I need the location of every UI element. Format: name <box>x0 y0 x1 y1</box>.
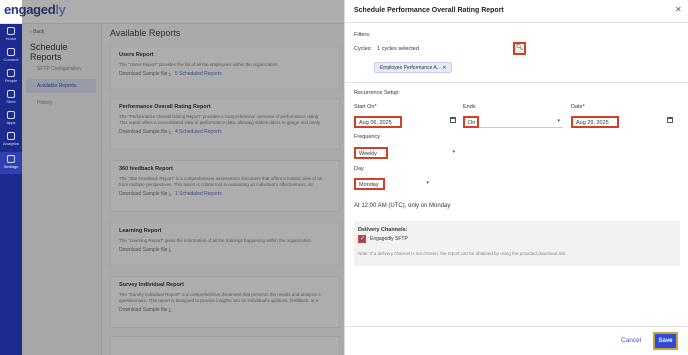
left-rail: Home Connect People Store Apps Analytics… <box>0 24 22 355</box>
rail-label: Analytics <box>2 141 19 146</box>
recurrence-label: Recurrence Setup: <box>354 90 400 96</box>
schedule-summary: At 12:00 AM (UTC), only on Monday <box>354 203 451 209</box>
day-select[interactable]: Monday ▾ <box>354 178 432 190</box>
modal-title: Schedule Performance Overall Rating Repo… <box>354 7 504 14</box>
frequency-select[interactable]: Weekly ▾ <box>354 147 458 159</box>
calendar-icon[interactable] <box>667 117 673 123</box>
close-icon[interactable]: ✕ <box>675 5 682 14</box>
cycles-select[interactable]: 1 cycles selected <box>374 42 512 54</box>
delivery-channels-panel: Delivery Channels: ✓ Engagedly SFTP Note… <box>354 221 680 266</box>
rail-label: Store <box>6 99 16 104</box>
apps-icon <box>7 111 15 119</box>
frequency-label: Frequency <box>354 134 380 140</box>
chevron-down-icon: ▾ <box>452 149 455 155</box>
rail-item-settings[interactable]: Settings <box>0 152 22 174</box>
sftp-checkbox[interactable]: ✓ <box>358 235 366 243</box>
filters-label: Filters: <box>354 32 371 38</box>
start-date-field[interactable]: Aug 06, 2025 <box>354 116 458 128</box>
analytics-icon <box>7 132 15 140</box>
home-icon <box>7 27 15 35</box>
rail-item-home[interactable]: Home <box>0 24 22 46</box>
rail-item-people[interactable]: People <box>0 66 22 88</box>
rail-label: Home <box>5 36 17 41</box>
gear-icon <box>7 155 15 163</box>
rail-item-store[interactable]: Store <box>0 87 22 109</box>
day-value: Monday <box>354 178 385 190</box>
chat-icon <box>7 48 15 56</box>
rail-label: People <box>4 78 18 83</box>
chevron-down-icon: ▾ <box>426 180 429 186</box>
divider <box>345 22 688 23</box>
save-button[interactable]: Save <box>653 332 678 350</box>
delivery-channels-label: Delivery Channels: <box>358 227 408 233</box>
chip-label: Employee Performance A... <box>380 65 441 71</box>
rail-label: Settings <box>3 164 19 169</box>
divider <box>345 82 688 83</box>
rail-label: Connect <box>3 57 19 62</box>
start-on-label: Start On* <box>354 104 377 110</box>
ends-value: On <box>463 116 479 128</box>
people-icon <box>7 69 15 77</box>
app-root: engagedly Home Connect People Store Apps… <box>0 0 688 355</box>
ends-select[interactable]: On ▾ <box>463 116 563 128</box>
end-date-field[interactable]: Aug 29, 2025 <box>571 116 675 128</box>
chevron-down-icon: ▾ <box>557 118 560 124</box>
delivery-note: Note: If a delivery channel is not chose… <box>358 251 567 256</box>
store-icon <box>7 90 15 98</box>
rail-item-analytics[interactable]: Analytics <box>0 129 22 151</box>
start-date-value: Aug 06, 2025 <box>354 116 402 128</box>
search-button[interactable]: 🔍︎ <box>513 42 526 55</box>
cycle-chip: Employee Performance A... ✕ <box>374 62 453 73</box>
cancel-button[interactable]: Cancel <box>621 337 641 344</box>
frequency-value: Weekly <box>354 147 388 159</box>
search-icon: 🔍︎ <box>515 45 524 51</box>
date-label: Date* <box>571 104 585 110</box>
schedule-report-drawer: Schedule Performance Overall Rating Repo… <box>344 0 688 355</box>
sftp-label: Engagedly SFTP <box>370 236 408 242</box>
rail-item-apps[interactable]: Apps <box>0 108 22 130</box>
rail-label: Apps <box>6 120 16 125</box>
rail-item-connect[interactable]: Connect <box>0 45 22 67</box>
ends-label: Ends <box>463 104 476 110</box>
cycles-label: Cycles: <box>354 46 373 52</box>
divider <box>345 326 688 327</box>
check-icon: ✓ <box>360 236 366 242</box>
end-date-value: Aug 29, 2025 <box>571 116 619 128</box>
modal-backdrop[interactable] <box>22 0 344 355</box>
chip-remove-icon[interactable]: ✕ <box>442 65 446 71</box>
day-label: Day <box>354 166 364 172</box>
calendar-icon[interactable] <box>450 117 456 123</box>
